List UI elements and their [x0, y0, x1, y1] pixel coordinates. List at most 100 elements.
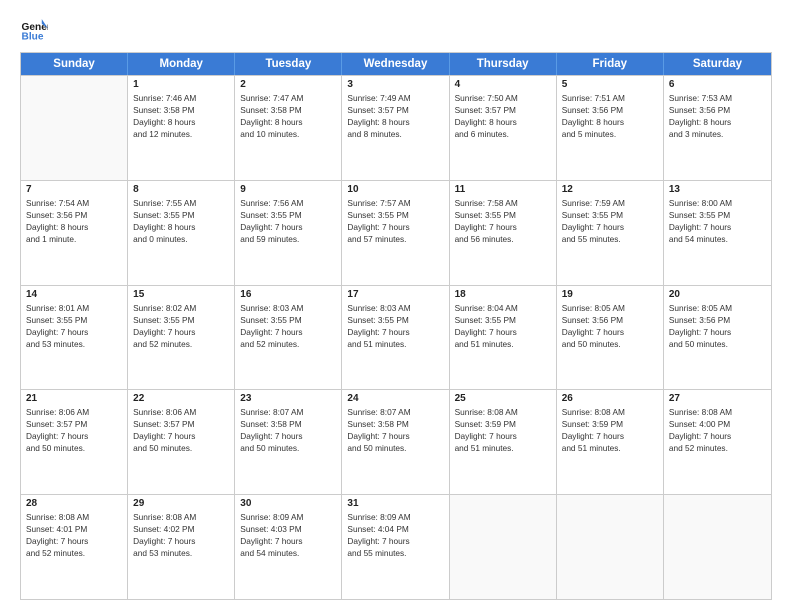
- calendar-day-empty-0-0: [21, 76, 128, 180]
- sunset-text: Sunset: 3:57 PM: [347, 104, 443, 116]
- daylight-text2: and 54 minutes.: [240, 547, 336, 559]
- calendar-day-19: 19Sunrise: 8:05 AMSunset: 3:56 PMDayligh…: [557, 286, 664, 390]
- daylight-text2: and 52 minutes.: [26, 547, 122, 559]
- weekday-header-tuesday: Tuesday: [235, 53, 342, 75]
- day-number: 11: [455, 184, 551, 195]
- calendar-day-18: 18Sunrise: 8:04 AMSunset: 3:55 PMDayligh…: [450, 286, 557, 390]
- sunrise-text: Sunrise: 8:04 AM: [455, 302, 551, 314]
- sunrise-text: Sunrise: 8:03 AM: [240, 302, 336, 314]
- calendar-day-21: 21Sunrise: 8:06 AMSunset: 3:57 PMDayligh…: [21, 390, 128, 494]
- sunrise-text: Sunrise: 8:07 AM: [240, 406, 336, 418]
- sunset-text: Sunset: 3:58 PM: [133, 104, 229, 116]
- calendar-day-1: 1Sunrise: 7:46 AMSunset: 3:58 PMDaylight…: [128, 76, 235, 180]
- day-number: 29: [133, 498, 229, 509]
- daylight-text2: and 8 minutes.: [347, 128, 443, 140]
- daylight-text2: and 52 minutes.: [240, 338, 336, 350]
- sunrise-text: Sunrise: 7:46 AM: [133, 92, 229, 104]
- sunset-text: Sunset: 4:00 PM: [669, 418, 766, 430]
- day-number: 31: [347, 498, 443, 509]
- day-number: 17: [347, 289, 443, 300]
- weekday-header-thursday: Thursday: [450, 53, 557, 75]
- day-number: 10: [347, 184, 443, 195]
- calendar-day-31: 31Sunrise: 8:09 AMSunset: 4:04 PMDayligh…: [342, 495, 449, 599]
- daylight-text: Daylight: 8 hours: [455, 116, 551, 128]
- day-number: 3: [347, 79, 443, 90]
- day-number: 24: [347, 393, 443, 404]
- day-number: 20: [669, 289, 766, 300]
- sunrise-text: Sunrise: 8:08 AM: [669, 406, 766, 418]
- calendar-day-27: 27 Sunrise: 8:08 AMSunset: 4:00 PMDayligh…: [664, 390, 771, 494]
- calendar-header-row: SundayMondayTuesdayWednesdayThursdayFrid…: [21, 53, 771, 75]
- day-number: 4: [455, 79, 551, 90]
- daylight-text: Daylight: 7 hours: [562, 221, 658, 233]
- calendar-day-24: 24Sunrise: 8:07 AMSunset: 3:58 PMDayligh…: [342, 390, 449, 494]
- sunset-text: Sunset: 3:55 PM: [347, 314, 443, 326]
- daylight-text2: and 57 minutes.: [347, 233, 443, 245]
- sunset-text: Sunset: 3:55 PM: [240, 209, 336, 221]
- calendar-day-12: 12Sunrise: 7:59 AMSunset: 3:55 PMDayligh…: [557, 181, 664, 285]
- calendar-day-empty-4-6: [664, 495, 771, 599]
- calendar-day-13: 13Sunrise: 8:00 AMSunset: 3:55 PMDayligh…: [664, 181, 771, 285]
- sunset-text: Sunset: 3:55 PM: [347, 209, 443, 221]
- calendar-day-2: 2Sunrise: 7:47 AMSunset: 3:58 PMDaylight…: [235, 76, 342, 180]
- daylight-text: Daylight: 8 hours: [669, 116, 766, 128]
- calendar: SundayMondayTuesdayWednesdayThursdayFrid…: [20, 52, 772, 600]
- daylight-text: Daylight: 7 hours: [455, 221, 551, 233]
- sunset-text: Sunset: 3:59 PM: [455, 418, 551, 430]
- daylight-text: Daylight: 7 hours: [562, 326, 658, 338]
- day-number: 21: [26, 393, 122, 404]
- sunset-text: Sunset: 4:01 PM: [26, 523, 122, 535]
- sunrise-text: Sunrise: 8:05 AM: [669, 302, 766, 314]
- calendar-day-10: 10Sunrise: 7:57 AMSunset: 3:55 PMDayligh…: [342, 181, 449, 285]
- daylight-text: Daylight: 7 hours: [26, 430, 122, 442]
- day-number: 25: [455, 393, 551, 404]
- calendar-day-4: 4Sunrise: 7:50 AMSunset: 3:57 PMDaylight…: [450, 76, 557, 180]
- weekday-header-monday: Monday: [128, 53, 235, 75]
- sunrise-text: Sunrise: 7:51 AM: [562, 92, 658, 104]
- daylight-text2: and 53 minutes.: [26, 338, 122, 350]
- sunset-text: Sunset: 3:55 PM: [26, 314, 122, 326]
- weekday-header-friday: Friday: [557, 53, 664, 75]
- sunrise-text: Sunrise: 7:55 AM: [133, 197, 229, 209]
- day-number: 19: [562, 289, 658, 300]
- calendar-body: 1Sunrise: 7:46 AMSunset: 3:58 PMDaylight…: [21, 75, 771, 599]
- daylight-text: Daylight: 7 hours: [133, 535, 229, 547]
- sunset-text: Sunset: 3:55 PM: [133, 209, 229, 221]
- day-number: 9: [240, 184, 336, 195]
- daylight-text2: and 59 minutes.: [240, 233, 336, 245]
- daylight-text: Daylight: 7 hours: [26, 535, 122, 547]
- calendar-day-22: 22Sunrise: 8:06 AMSunset: 3:57 PMDayligh…: [128, 390, 235, 494]
- daylight-text: Daylight: 8 hours: [562, 116, 658, 128]
- day-number: 5: [562, 79, 658, 90]
- daylight-text: Daylight: 7 hours: [347, 326, 443, 338]
- logo: General Blue: [20, 16, 52, 44]
- sunrise-text: Sunrise: 8:09 AM: [347, 511, 443, 523]
- weekday-header-sunday: Sunday: [21, 53, 128, 75]
- day-number: 26: [562, 393, 658, 404]
- day-number: 2: [240, 79, 336, 90]
- weekday-header-saturday: Saturday: [664, 53, 771, 75]
- day-number: 15: [133, 289, 229, 300]
- daylight-text: Daylight: 7 hours: [455, 430, 551, 442]
- daylight-text: Daylight: 7 hours: [669, 221, 766, 233]
- sunrise-text: Sunrise: 7:53 AM: [669, 92, 766, 104]
- sunset-text: Sunset: 3:56 PM: [562, 314, 658, 326]
- sunrise-text: Sunrise: 8:00 AM: [669, 197, 766, 209]
- calendar-day-8: 8Sunrise: 7:55 AMSunset: 3:55 PMDaylight…: [128, 181, 235, 285]
- sunset-text: Sunset: 3:58 PM: [347, 418, 443, 430]
- sunset-text: Sunset: 3:57 PM: [26, 418, 122, 430]
- daylight-text: Daylight: 7 hours: [26, 326, 122, 338]
- day-number: 13: [669, 184, 766, 195]
- daylight-text2: and 50 minutes.: [133, 442, 229, 454]
- sunset-text: Sunset: 3:56 PM: [669, 314, 766, 326]
- calendar-day-26: 26Sunrise: 8:08 AMSunset: 3:59 PMDayligh…: [557, 390, 664, 494]
- calendar-day-11: 11Sunrise: 7:58 AMSunset: 3:55 PMDayligh…: [450, 181, 557, 285]
- sunset-text: Sunset: 3:56 PM: [26, 209, 122, 221]
- day-number: 7: [26, 184, 122, 195]
- calendar-day-16: 16Sunrise: 8:03 AMSunset: 3:55 PMDayligh…: [235, 286, 342, 390]
- daylight-text2: and 12 minutes.: [133, 128, 229, 140]
- daylight-text: Daylight: 7 hours: [669, 326, 766, 338]
- daylight-text: Daylight: 7 hours: [669, 430, 766, 442]
- calendar-day-30: 30Sunrise: 8:09 AMSunset: 4:03 PMDayligh…: [235, 495, 342, 599]
- day-number: 27: [669, 393, 766, 404]
